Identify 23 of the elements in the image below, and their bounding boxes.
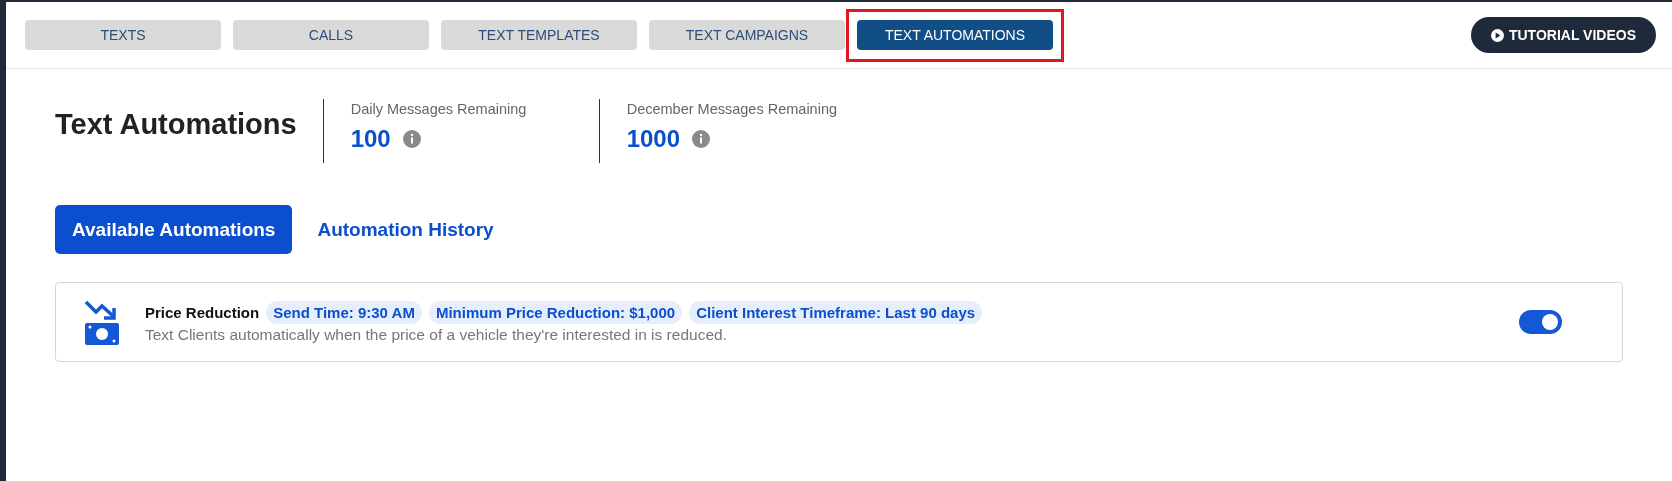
- page-title: Text Automations: [55, 99, 324, 163]
- nav-tab[interactable]: TEXT TEMPLATES: [441, 20, 637, 50]
- nav-tab[interactable]: TEXTS: [25, 20, 221, 50]
- play-icon: [1490, 28, 1504, 42]
- view-tab[interactable]: Automation History: [300, 205, 511, 254]
- toggle-switch[interactable]: [1519, 310, 1562, 334]
- nav-tab[interactable]: TEXT AUTOMATIONS: [857, 20, 1053, 50]
- price-drop-icon: [83, 298, 121, 346]
- automation-description: Text Clients automatically when the price of a vehicle they're interested in is reduced.: [145, 325, 728, 344]
- stat-value: 1000: [626, 125, 681, 153]
- stat-label: December Messages Remaining: [626, 101, 838, 117]
- nav-tab[interactable]: TEXT CAMPAIGNS: [649, 20, 845, 50]
- nav-tab[interactable]: CALLS: [233, 20, 429, 50]
- setting-tag: Minimum Price Reduction: $1,000: [428, 300, 683, 324]
- automation-name: Price Reduction: [145, 303, 260, 321]
- view-tab[interactable]: Available Automations: [55, 205, 293, 254]
- info-icon: [402, 130, 421, 148]
- info-icon: [692, 130, 711, 148]
- setting-tag: Client Interest Timeframe: Last 90 days: [689, 300, 983, 324]
- stat-label: Daily Messages Remaining: [350, 101, 528, 117]
- tutorial-videos-button[interactable]: TUTORIAL VIDEOS: [1470, 17, 1656, 53]
- stat-value: 100: [350, 125, 391, 153]
- setting-tag: Send Time: 9:30 AM: [266, 300, 422, 324]
